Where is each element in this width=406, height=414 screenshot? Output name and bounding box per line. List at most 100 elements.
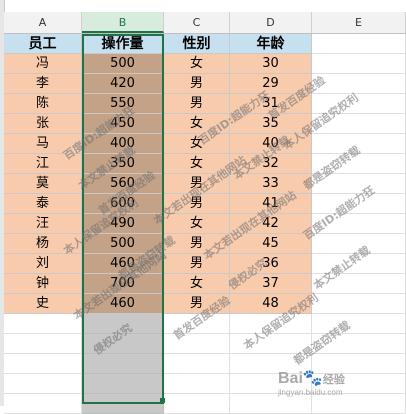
header-cell[interactable]: 性别 <box>164 34 230 54</box>
data-cell[interactable]: 男 <box>164 94 230 114</box>
empty-cell[interactable] <box>312 34 406 54</box>
data-cell[interactable]: 400 <box>82 134 164 154</box>
data-cell[interactable]: 男 <box>164 194 230 214</box>
empty-cell[interactable] <box>312 314 406 334</box>
empty-cell[interactable] <box>164 394 230 414</box>
empty-cell[interactable] <box>230 314 312 334</box>
empty-cell[interactable] <box>312 274 406 294</box>
table-row: 刘 460 男 36 <box>4 254 406 274</box>
empty-cell[interactable] <box>164 334 230 354</box>
data-cell[interactable]: 江 <box>4 154 82 174</box>
data-cell[interactable]: 刘 <box>4 254 82 274</box>
data-cell[interactable]: 汪 <box>4 214 82 234</box>
empty-cell[interactable] <box>312 194 406 214</box>
fill-handle[interactable] <box>160 398 165 403</box>
header-cell[interactable]: 操作量 <box>82 34 164 54</box>
data-cell[interactable]: 莫 <box>4 174 82 194</box>
empty-cell[interactable] <box>82 374 164 394</box>
column-header-c[interactable]: C <box>164 12 230 33</box>
empty-cell[interactable] <box>164 354 230 374</box>
empty-cell[interactable] <box>312 214 406 234</box>
empty-cell[interactable] <box>312 154 406 174</box>
data-cell[interactable]: 男 <box>164 74 230 94</box>
data-cell[interactable]: 36 <box>230 254 312 274</box>
data-cell[interactable]: 31 <box>230 94 312 114</box>
column-header-a[interactable]: A <box>4 12 82 33</box>
data-cell[interactable]: 男 <box>164 174 230 194</box>
data-cell[interactable]: 35 <box>230 114 312 134</box>
empty-cell[interactable] <box>312 254 406 274</box>
data-cell[interactable]: 490 <box>82 214 164 234</box>
column-header-e[interactable]: E <box>312 12 406 33</box>
data-cell[interactable]: 女 <box>164 134 230 154</box>
empty-cell[interactable] <box>164 374 230 394</box>
data-cell[interactable]: 550 <box>82 94 164 114</box>
data-cell[interactable]: 杨 <box>4 234 82 254</box>
empty-cell[interactable] <box>312 234 406 254</box>
empty-cell[interactable] <box>312 114 406 134</box>
empty-cell[interactable] <box>4 394 82 414</box>
table-row: 张 450 女 35 <box>4 114 406 134</box>
data-cell[interactable]: 500 <box>82 54 164 74</box>
data-cell[interactable]: 40 <box>230 134 312 154</box>
data-cell[interactable]: 600 <box>82 194 164 214</box>
empty-cell[interactable] <box>312 74 406 94</box>
empty-cell[interactable] <box>82 354 164 374</box>
data-cell[interactable]: 29 <box>230 74 312 94</box>
empty-cell[interactable] <box>312 394 406 414</box>
empty-cell[interactable] <box>4 354 82 374</box>
column-header-d[interactable]: D <box>230 12 312 33</box>
data-cell[interactable]: 32 <box>230 154 312 174</box>
data-cell[interactable]: 450 <box>82 114 164 134</box>
data-cell[interactable]: 女 <box>164 274 230 294</box>
data-cell[interactable]: 钟 <box>4 274 82 294</box>
data-cell[interactable]: 41 <box>230 194 312 214</box>
column-header-b[interactable]: B <box>82 12 164 33</box>
empty-cell[interactable] <box>312 334 406 354</box>
data-cell[interactable]: 33 <box>230 174 312 194</box>
data-cell[interactable]: 30 <box>230 54 312 74</box>
data-cell[interactable]: 史 <box>4 294 82 314</box>
empty-cell[interactable] <box>4 334 82 354</box>
data-cell[interactable]: 男 <box>164 294 230 314</box>
data-cell[interactable]: 42 <box>230 214 312 234</box>
data-cell[interactable]: 马 <box>4 134 82 154</box>
data-cell[interactable]: 张 <box>4 114 82 134</box>
empty-cell[interactable] <box>312 134 406 154</box>
data-cell[interactable]: 陈 <box>4 94 82 114</box>
empty-cell[interactable] <box>82 394 164 414</box>
data-cell[interactable]: 女 <box>164 114 230 134</box>
data-cell[interactable]: 350 <box>82 154 164 174</box>
data-cell[interactable]: 女 <box>164 54 230 74</box>
empty-cell[interactable] <box>230 394 312 414</box>
empty-cell[interactable] <box>312 94 406 114</box>
data-cell[interactable]: 泰 <box>4 194 82 214</box>
empty-cell[interactable] <box>82 314 164 334</box>
data-cell[interactable]: 男 <box>164 234 230 254</box>
empty-cell[interactable] <box>230 334 312 354</box>
data-cell[interactable]: 420 <box>82 74 164 94</box>
data-cell[interactable]: 李 <box>4 74 82 94</box>
empty-cell[interactable] <box>312 294 406 314</box>
data-cell[interactable]: 女 <box>164 154 230 174</box>
data-cell[interactable]: 冯 <box>4 54 82 74</box>
paw-icon: 🐾 <box>302 370 323 387</box>
empty-cell[interactable] <box>4 374 82 394</box>
empty-cell[interactable] <box>312 54 406 74</box>
header-cell[interactable]: 员工 <box>4 34 82 54</box>
empty-cell[interactable] <box>164 314 230 334</box>
empty-cell[interactable] <box>312 174 406 194</box>
data-cell[interactable]: 45 <box>230 234 312 254</box>
data-cell[interactable]: 560 <box>82 174 164 194</box>
data-cell[interactable]: 700 <box>82 274 164 294</box>
data-cell[interactable]: 460 <box>82 254 164 274</box>
empty-cell[interactable] <box>82 334 164 354</box>
data-cell[interactable]: 500 <box>82 234 164 254</box>
data-cell[interactable]: 37 <box>230 274 312 294</box>
data-cell[interactable]: 48 <box>230 294 312 314</box>
data-cell[interactable]: 男 <box>164 254 230 274</box>
data-cell[interactable]: 女 <box>164 214 230 234</box>
header-cell[interactable]: 年龄 <box>230 34 312 54</box>
empty-cell[interactable] <box>4 314 82 334</box>
data-cell[interactable]: 460 <box>82 294 164 314</box>
